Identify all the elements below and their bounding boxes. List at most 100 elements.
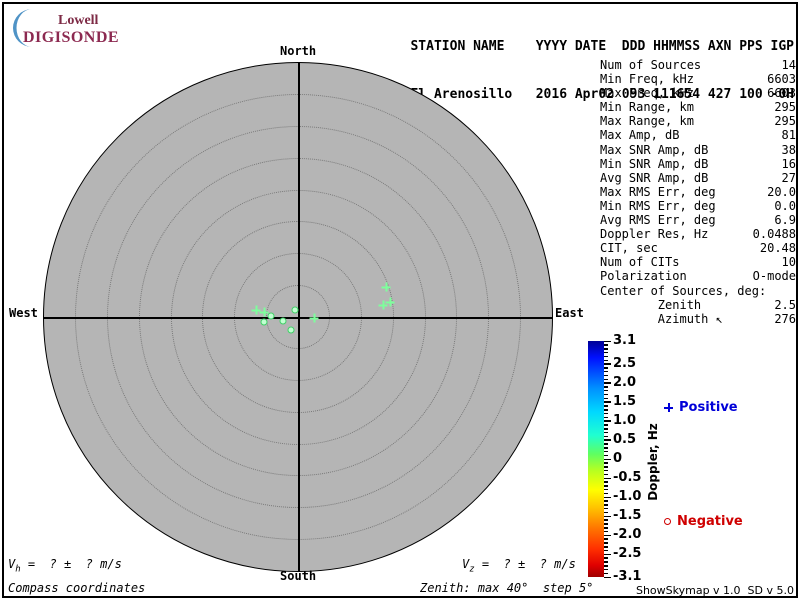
stat-row: Min RMS Err, deg 0.0 bbox=[600, 199, 796, 213]
colorbar-minor-tick bbox=[604, 485, 608, 487]
vh-value: = ? ± ? m/s bbox=[20, 557, 122, 571]
stat-value: 14 bbox=[781, 58, 796, 72]
stat-value: O-mode bbox=[752, 269, 796, 284]
legend-negative-label: Negative bbox=[677, 514, 743, 529]
compass-label-west: West bbox=[9, 306, 38, 320]
colorbar-minor-tick bbox=[604, 351, 608, 354]
colorbar-major-tick bbox=[604, 458, 611, 460]
colorbar-tick-label: -2.5 bbox=[613, 546, 642, 562]
zenith-scale-note: Zenith: max 40° step 5° bbox=[420, 581, 594, 595]
stat-row: Max Amp, dB 81 bbox=[600, 128, 796, 142]
colorbar-major-tick bbox=[604, 553, 611, 556]
colorbar-minor-tick bbox=[604, 519, 608, 521]
coordinate-system-note: Compass coordinates bbox=[8, 581, 146, 595]
skymap-point-negative bbox=[287, 326, 295, 334]
circle-symbol-icon bbox=[664, 518, 671, 525]
skymap-point-negative bbox=[267, 312, 275, 320]
colorbar-minor-tick bbox=[604, 549, 608, 552]
stat-value: 276 bbox=[774, 311, 796, 326]
vz-value: = ? ± ? m/s bbox=[474, 557, 576, 571]
colorbar-tick-label: -3.1 bbox=[613, 569, 642, 584]
colorbar-minor-tick bbox=[604, 504, 608, 506]
colorbar-tick-label: 3.1 bbox=[613, 333, 637, 348]
colorbar-major-tick bbox=[604, 340, 611, 342]
stat-row: Min Range, km 295 bbox=[600, 100, 796, 114]
colorbar-major-tick bbox=[604, 382, 611, 384]
colorbar-minor-tick bbox=[604, 443, 608, 445]
colorbar-tick-label: 0.5 bbox=[613, 431, 637, 447]
colorbar-minor-tick bbox=[604, 370, 608, 373]
stat-value: 0.0 bbox=[774, 198, 796, 213]
colorbar-major-tick bbox=[604, 420, 611, 422]
lowell-digisonde-logo: Lowell DIGISONDE bbox=[10, 7, 160, 47]
colorbar-minor-tick bbox=[604, 367, 608, 369]
colorbar-major-tick bbox=[604, 439, 611, 441]
stat-label: Azimuth ↖ bbox=[600, 311, 723, 326]
stat-label: Avg SNR Amp, dB bbox=[600, 170, 709, 185]
horizontal-velocity-readout: Vh = ? ± ? m/s bbox=[8, 557, 122, 574]
statistics-panel: Num of Sources 14 Min Freq, kHz 6603 Max Fre… bbox=[600, 58, 796, 326]
colorbar-major-tick bbox=[604, 477, 611, 480]
doppler-colorbar-title: Doppler, Hz bbox=[646, 423, 660, 501]
stat-label: Center of Sources, deg: bbox=[600, 283, 767, 298]
stat-value: 2.5 bbox=[774, 297, 796, 312]
stat-value: 16 bbox=[781, 156, 796, 171]
stat-label: Min Range, km bbox=[600, 100, 694, 115]
colorbar-minor-tick bbox=[604, 466, 608, 468]
stat-value: 10 bbox=[781, 255, 796, 270]
stat-row: Min Freq, kHz 6603 bbox=[600, 72, 796, 86]
colorbar-minor-tick bbox=[604, 397, 608, 400]
stat-row: Center of Sources, deg: bbox=[600, 284, 796, 298]
colorbar-minor-tick bbox=[604, 435, 608, 438]
stat-label: Num of Sources bbox=[600, 58, 702, 72]
stat-row: Min SNR Amp, dB 16 bbox=[600, 157, 796, 171]
stat-value: 27 bbox=[781, 170, 796, 185]
stat-value: 20.0 bbox=[767, 184, 796, 199]
stat-value: 295 bbox=[774, 114, 796, 129]
stat-row: Avg RMS Err, deg 6.9 bbox=[600, 213, 796, 227]
stat-row: Num of CITs 10 bbox=[600, 255, 796, 269]
colorbar-minor-tick bbox=[604, 488, 608, 491]
colorbar-minor-tick bbox=[604, 557, 608, 559]
stat-row: Polarization O-mode bbox=[600, 269, 796, 283]
stat-label: Min SNR Amp, dB bbox=[600, 156, 709, 171]
colorbar-minor-tick bbox=[604, 405, 608, 407]
stat-row: CIT, sec 20.48 bbox=[600, 241, 796, 255]
doppler-colorbar bbox=[588, 341, 604, 577]
colorbar-minor-tick bbox=[604, 431, 608, 434]
colorbar-major-tick bbox=[604, 363, 611, 365]
stat-value: 0.0488 bbox=[752, 227, 796, 242]
colorbar-minor-tick bbox=[604, 542, 608, 544]
colorbar-minor-tick bbox=[604, 428, 608, 430]
colorbar-minor-tick bbox=[604, 454, 608, 457]
colorbar-tick-label: -0.5 bbox=[613, 470, 642, 486]
colorbar-major-tick bbox=[604, 401, 611, 403]
stat-row: Doppler Res, Hz 0.0488 bbox=[600, 227, 796, 241]
stat-value: 20.48 bbox=[759, 241, 796, 256]
colorbar-minor-tick bbox=[604, 450, 608, 453]
colorbar-major-tick bbox=[604, 496, 611, 499]
colorbar-minor-tick bbox=[604, 359, 608, 362]
colorbar-minor-tick bbox=[604, 511, 608, 514]
colorbar-minor-tick bbox=[604, 507, 608, 510]
colorbar-minor-tick bbox=[604, 462, 608, 464]
stat-value: 6603 bbox=[767, 72, 796, 87]
legend-positive: Positive bbox=[664, 400, 738, 415]
stat-row: Azimuth ↖ 276 bbox=[600, 312, 796, 326]
stat-row: Avg SNR Amp, dB 27 bbox=[600, 171, 796, 185]
colorbar-tick-label: -2.0 bbox=[613, 527, 642, 543]
colorbar-minor-tick bbox=[604, 492, 608, 495]
legend-negative: Negative bbox=[664, 514, 743, 529]
colorbar-major-tick bbox=[604, 576, 611, 578]
colorbar-minor-tick bbox=[604, 538, 608, 540]
colorbar-minor-tick bbox=[604, 469, 608, 472]
stat-label: Max SNR Amp, dB bbox=[600, 142, 709, 157]
stat-label: Max Amp, dB bbox=[600, 128, 680, 143]
colorbar-minor-tick bbox=[604, 374, 608, 377]
compass-label-north: North bbox=[280, 44, 317, 58]
logo-brand-top: Lowell bbox=[58, 13, 99, 28]
plus-symbol-icon bbox=[664, 403, 673, 412]
colorbar-minor-tick bbox=[604, 572, 608, 575]
colorbar-minor-tick bbox=[604, 378, 608, 381]
stat-row: Max RMS Err, deg 20.0 bbox=[600, 185, 796, 199]
